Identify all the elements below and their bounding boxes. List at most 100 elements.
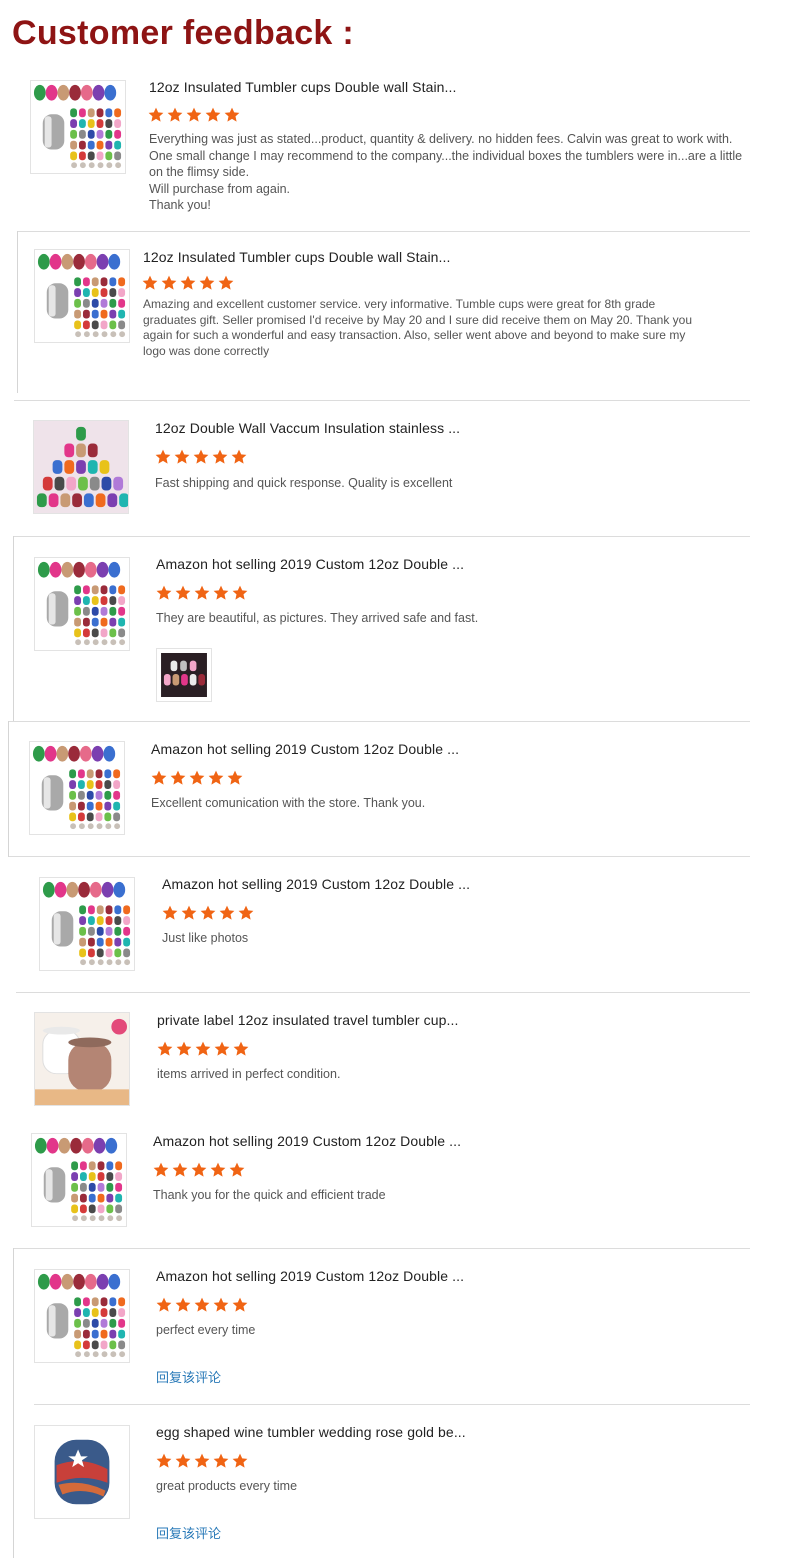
star-icon bbox=[213, 1453, 229, 1468]
product-thumbnail[interactable] bbox=[31, 1133, 127, 1227]
review-product-title[interactable]: private label 12oz insulated travel tumb… bbox=[157, 1012, 459, 1028]
review-text: great products every time bbox=[156, 1479, 298, 1493]
star-icon bbox=[212, 449, 228, 464]
divider bbox=[17, 231, 18, 393]
review-product-title[interactable]: 12oz Double Wall Vaccum Insulation stain… bbox=[155, 420, 460, 436]
star-icon bbox=[167, 107, 183, 122]
star-icon bbox=[191, 1162, 207, 1177]
star-icon bbox=[176, 1041, 192, 1056]
star-icon bbox=[161, 275, 177, 290]
review-item: 12oz Double Wall Vaccum Insulation stain… bbox=[0, 400, 788, 536]
star-icon bbox=[180, 275, 196, 290]
star-icon bbox=[229, 1162, 245, 1177]
divider bbox=[14, 1248, 750, 1249]
review-product-title[interactable]: 12oz Insulated Tumbler cups Double wall … bbox=[143, 249, 451, 265]
review-product-title[interactable]: Amazon hot selling 2019 Custom 12oz Doub… bbox=[153, 1133, 461, 1149]
star-icon bbox=[232, 585, 248, 600]
product-thumbnail[interactable] bbox=[30, 80, 126, 174]
divider bbox=[14, 536, 750, 537]
review-text: They are beautiful, as pictures. They ar… bbox=[156, 611, 479, 625]
star-icon bbox=[170, 770, 186, 785]
star-icon bbox=[218, 275, 234, 290]
divider bbox=[8, 721, 9, 857]
review-item: Amazon hot selling 2019 Custom 12oz Doub… bbox=[0, 1248, 788, 1558]
product-thumbnail[interactable] bbox=[33, 420, 129, 514]
product-thumbnail[interactable] bbox=[34, 1269, 130, 1363]
star-icon bbox=[148, 107, 164, 122]
star-rating bbox=[156, 1297, 248, 1313]
review-text: items arrived in perfect condition. bbox=[157, 1067, 341, 1081]
product-thumbnail[interactable] bbox=[39, 877, 135, 971]
star-icon bbox=[214, 1041, 230, 1056]
star-icon bbox=[155, 449, 171, 464]
review-product-title[interactable]: Amazon hot selling 2019 Custom 12oz Doub… bbox=[151, 741, 459, 757]
star-rating bbox=[156, 1453, 248, 1469]
review-item: Amazon hot selling 2019 Custom 12oz Doub… bbox=[0, 1118, 788, 1248]
star-rating bbox=[151, 770, 243, 786]
review-product-title[interactable]: Amazon hot selling 2019 Custom 12oz Doub… bbox=[156, 1268, 464, 1284]
star-rating bbox=[157, 1041, 249, 1057]
star-icon bbox=[231, 449, 247, 464]
product-thumbnail[interactable] bbox=[34, 249, 130, 343]
star-icon bbox=[219, 905, 235, 920]
review-product-title[interactable]: Amazon hot selling 2019 Custom 12oz Doub… bbox=[162, 876, 470, 892]
star-rating bbox=[162, 905, 254, 921]
star-icon bbox=[175, 1297, 191, 1312]
tumbler-grid-image bbox=[30, 742, 124, 834]
review-item: Amazon hot selling 2019 Custom 12oz Doub… bbox=[0, 856, 788, 992]
star-icon bbox=[162, 905, 178, 920]
review-item: Amazon hot selling 2019 Custom 12oz Doub… bbox=[0, 536, 788, 721]
review-text: Just like photos bbox=[162, 931, 249, 945]
star-icon bbox=[151, 770, 167, 785]
review-item: 12oz Insulated Tumbler cups Double wall … bbox=[0, 70, 788, 230]
star-icon bbox=[233, 1041, 249, 1056]
star-rating bbox=[156, 585, 248, 601]
star-rating bbox=[155, 449, 247, 465]
product-thumbnail[interactable] bbox=[29, 741, 125, 835]
star-icon bbox=[181, 905, 197, 920]
star-icon bbox=[205, 107, 221, 122]
review-photo[interactable] bbox=[156, 648, 212, 702]
star-icon bbox=[156, 585, 172, 600]
review-product-title[interactable]: 12oz Insulated Tumbler cups Double wall … bbox=[149, 79, 457, 95]
star-icon bbox=[172, 1162, 188, 1177]
star-icon bbox=[156, 1297, 172, 1312]
divider bbox=[9, 721, 750, 722]
tumbler-grid-image bbox=[35, 1270, 129, 1362]
review-product-title[interactable]: Amazon hot selling 2019 Custom 12oz Doub… bbox=[156, 556, 464, 572]
review-text: perfect every time bbox=[156, 1323, 256, 1337]
product-thumbnail[interactable] bbox=[34, 557, 130, 651]
star-icon bbox=[194, 1297, 210, 1312]
review-product-title[interactable]: egg shaped wine tumbler wedding rose gol… bbox=[156, 1424, 466, 1440]
reply-to-review-link[interactable]: 回复该评论 bbox=[156, 1367, 221, 1386]
star-icon bbox=[208, 770, 224, 785]
divider bbox=[9, 856, 750, 857]
divider bbox=[14, 400, 750, 401]
tumbler-grid-image bbox=[40, 878, 134, 970]
review-text: Thank you for the quick and efficient tr… bbox=[153, 1188, 386, 1202]
star-icon bbox=[194, 1453, 210, 1468]
review-text: Fast shipping and quick response. Qualit… bbox=[155, 476, 453, 490]
star-icon bbox=[213, 1297, 229, 1312]
customer-photo-image bbox=[161, 653, 207, 697]
star-icon bbox=[213, 585, 229, 600]
reply-to-review-link[interactable]: 回复该评论 bbox=[156, 1523, 221, 1542]
star-icon bbox=[193, 449, 209, 464]
review-item: Amazon hot selling 2019 Custom 12oz Doub… bbox=[0, 721, 788, 857]
product-thumbnail[interactable] bbox=[34, 1012, 130, 1106]
star-icon bbox=[210, 1162, 226, 1177]
star-icon bbox=[175, 585, 191, 600]
page-title: Customer feedback : bbox=[12, 14, 355, 52]
review-item: 12oz Insulated Tumbler cups Double wall … bbox=[0, 231, 788, 401]
star-icon bbox=[195, 1041, 211, 1056]
tumbler-grid-image bbox=[32, 1134, 126, 1226]
star-rating bbox=[142, 275, 234, 291]
star-icon bbox=[174, 449, 190, 464]
product-thumbnail[interactable] bbox=[34, 1425, 130, 1519]
review-text: Everything was just as stated...product,… bbox=[149, 132, 743, 212]
divider bbox=[13, 536, 14, 721]
star-icon bbox=[153, 1162, 169, 1177]
star-rating bbox=[153, 1162, 245, 1178]
star-icon bbox=[175, 1453, 191, 1468]
review-item: egg shaped wine tumbler wedding rose gol… bbox=[0, 1404, 788, 1564]
